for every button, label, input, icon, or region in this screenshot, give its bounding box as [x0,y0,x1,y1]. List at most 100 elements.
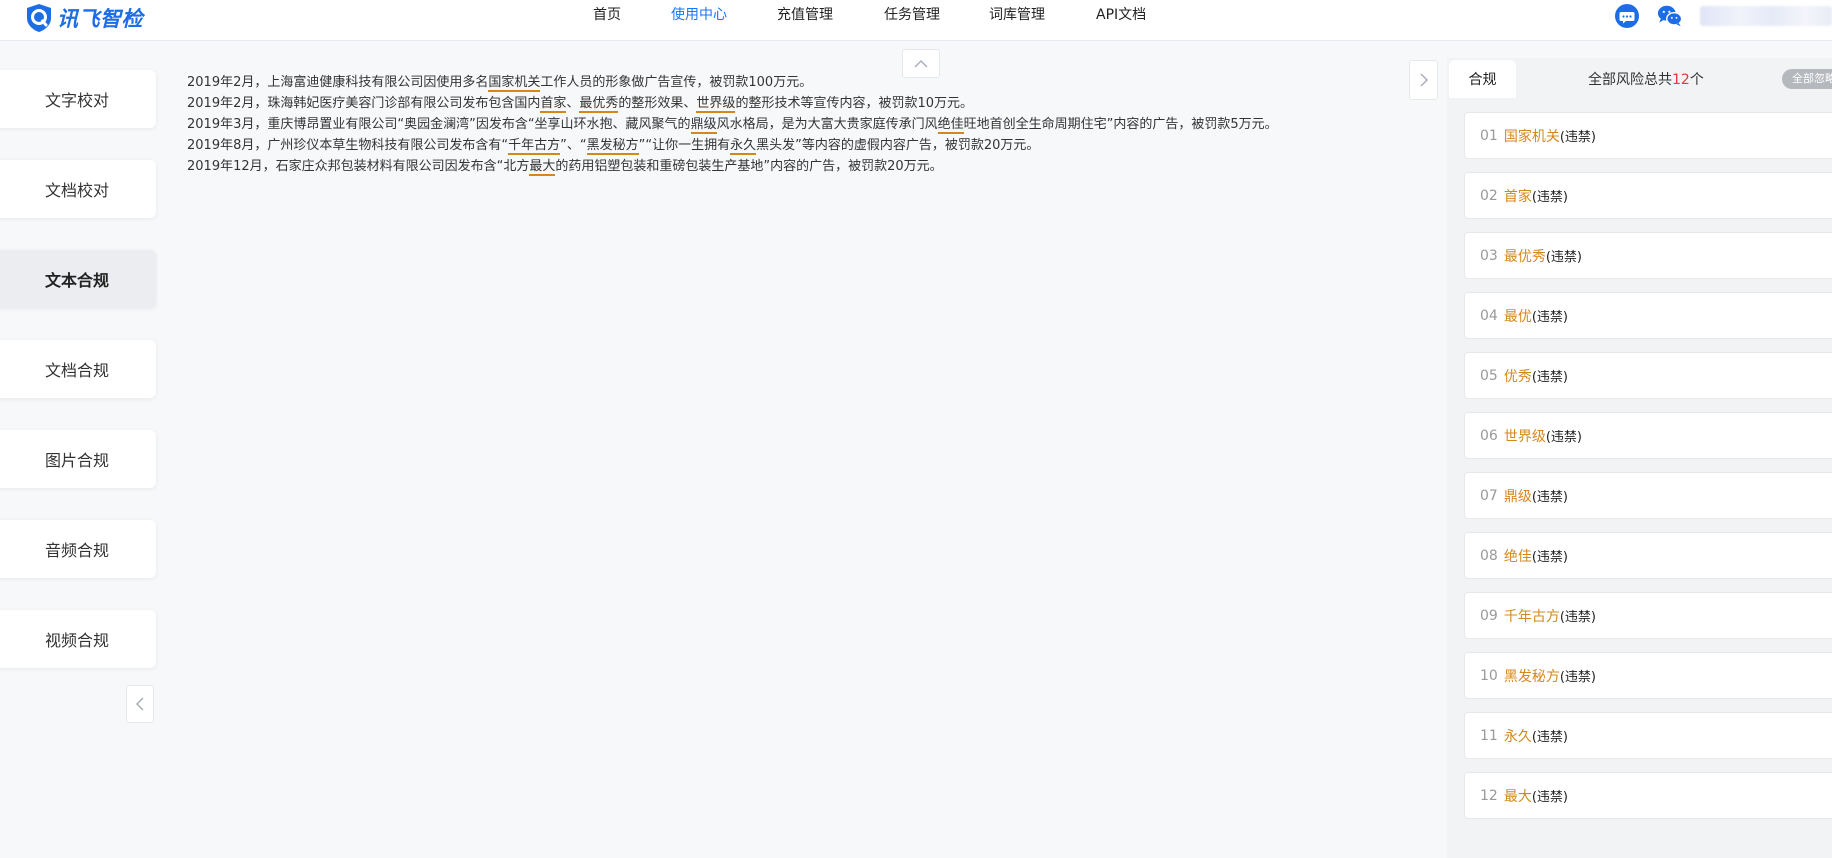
sidebar-item-image-compliance[interactable]: 图片合规 [0,430,156,488]
risk-item-number: 10 [1480,667,1498,684]
risk-keyword-highlight[interactable]: 千年古方 [508,138,561,155]
risk-item-word: 永久 [1503,728,1532,745]
sidebar-item-audio-compliance[interactable]: 音频合规 [0,520,156,578]
collapse-sidebar-button[interactable] [126,685,154,723]
risk-item-word: 国家机关 [1503,128,1560,145]
risk-keyword-highlight[interactable]: 最优秀 [579,96,619,113]
content-line: 2019年2月，珠海韩妃医疗美容门诊部有限公司发布包含国内首家、最优秀的整形效果… [187,93,1397,114]
risk-item-tag: (违禁) [1559,610,1596,625]
top-header: 讯飞智检 首页 使用中心 充值管理 任务管理 词库管理 API文档 [0,0,1832,41]
sidebar-item-doc-proofread[interactable]: 文档校对 [0,160,156,218]
risk-keyword-highlight[interactable]: 鼎级 [690,117,717,134]
risk-item-word: 最优 [1503,308,1532,325]
content-text-segment: 、 [566,96,580,111]
risk-keyword-highlight[interactable]: 世界级 [696,96,736,113]
risk-item-number: 01 [1480,127,1498,144]
content-text-segment: 2019年3月，重庆博昂置业有限公司“奥园金澜湾”因发布含“坐享山环水抱、藏风聚… [187,117,691,132]
expand-panel-button[interactable] [1409,60,1438,100]
nav-recharge[interactable]: 充值管理 [777,0,833,30]
content-text-segment: 工作人员的形象做广告宣传，被罚款100万元。 [540,75,813,90]
content-text-segment: ”“让你一生拥有 [638,138,731,153]
risk-item[interactable]: 08 绝佳 (违禁) [1464,532,1832,579]
ignore-all-button[interactable]: 全部忽略 [1782,69,1832,89]
sidebar-item-text-proofread[interactable]: 文字校对 [0,70,156,128]
risk-summary: 全部风险总共12个 [1588,69,1704,89]
risk-keyword-highlight[interactable]: 首家 [540,96,567,113]
nav-home[interactable]: 首页 [593,0,621,30]
risk-keyword-highlight[interactable]: 永久 [730,138,757,155]
risk-item-tag: (违禁) [1559,130,1596,145]
risk-count: 12 [1672,72,1690,88]
risk-item-number: 03 [1480,247,1498,264]
compliance-text-content[interactable]: 2019年2月，上海富迪健康科技有限公司因使用多名国家机关工作人员的形象做广告宣… [187,72,1397,177]
risk-item-word: 鼎级 [1503,488,1532,505]
nav-tasks[interactable]: 任务管理 [884,0,940,30]
risk-item[interactable]: 05 优秀 (违禁) [1464,352,1832,399]
risk-item-number: 08 [1480,547,1498,564]
risk-item[interactable]: 09 千年古方 (违禁) [1464,592,1832,639]
user-avatar-blurred[interactable] [1700,6,1832,26]
risk-item[interactable]: 11 永久 (违禁) [1464,712,1832,759]
risk-keyword-highlight[interactable]: 国家机关 [488,75,541,92]
content-text-segment: 2019年8月，广州珍仪本草生物科技有限公司发布含有“ [187,138,509,153]
risk-keyword-highlight[interactable]: 绝佳 [937,117,964,134]
risk-item-number: 09 [1480,607,1498,624]
risk-item-tag: (违禁) [1531,550,1568,565]
content-text-segment: 2019年2月，上海富迪健康科技有限公司因使用多名 [187,75,489,90]
content-line: 2019年2月，上海富迪健康科技有限公司因使用多名国家机关工作人员的形象做广告宣… [187,72,1397,93]
shield-logo-icon [27,4,51,32]
risk-item[interactable]: 04 最优 (违禁) [1464,292,1832,339]
risk-item-word: 绝佳 [1503,548,1532,565]
nav-usage-center[interactable]: 使用中心 [671,0,727,30]
risk-item-number: 05 [1480,367,1498,384]
risk-item-tag: (违禁) [1545,430,1582,445]
risk-item[interactable]: 01 国家机关 (违禁) [1464,112,1832,159]
nav-api-docs[interactable]: API文档 [1096,0,1146,30]
risk-item-number: 02 [1480,187,1498,204]
risk-item-number: 06 [1480,427,1498,444]
chat-bubble-icon[interactable] [1614,3,1640,29]
risk-item-word: 千年古方 [1503,608,1560,625]
content-text-segment: 风水格局，是为大富大贵家庭传承门风 [716,117,938,132]
risk-item[interactable]: 10 黑发秘方 (违禁) [1464,652,1832,699]
risk-item-number: 07 [1480,487,1498,504]
content-line: 2019年12月，石家庄众邦包装材料有限公司因发布含“北方最大的药用铝塑包装和重… [187,156,1397,177]
sidebar-item-doc-compliance[interactable]: 文档合规 [0,340,156,398]
chevron-left-icon [135,697,144,711]
risk-summary-suffix: 个 [1689,72,1704,88]
chevron-right-icon [1419,73,1428,87]
chevron-up-icon [914,59,928,68]
risk-item-word: 世界级 [1503,428,1546,445]
risk-item-word: 最优秀 [1503,248,1546,265]
risk-item-word: 优秀 [1503,368,1532,385]
content-text-segment: 的整形效果、 [618,96,697,111]
risk-item[interactable]: 03 最优秀 (违禁) [1464,232,1832,279]
risk-item-tag: (违禁) [1545,250,1582,265]
content-text-segment: 黑头发”等内容的虚假内容广告，被罚款20万元。 [756,138,1040,153]
risk-item[interactable]: 02 首家 (违禁) [1464,172,1832,219]
nav-lexicon[interactable]: 词库管理 [989,0,1045,30]
content-line: 2019年8月，广州珍仪本草生物科技有限公司发布含有“千年古方”、“黑发秘方”“… [187,135,1397,156]
content-text-segment: 2019年2月，珠海韩妃医疗美容门诊部有限公司发布包含国内 [187,96,541,111]
risk-keyword-highlight[interactable]: 黑发秘方 [586,138,639,155]
risk-item-tag: (违禁) [1531,370,1568,385]
risk-item-word: 首家 [1503,188,1532,205]
risk-keyword-highlight[interactable]: 最大 [529,159,556,176]
content-text-segment: 的药用铝塑包装和重磅包装生产基地”内容的广告，被罚款20万元。 [555,159,943,174]
logo[interactable]: 讯飞智检 [24,3,143,33]
sidebar-item-text-compliance[interactable]: 文本合规 [0,250,156,308]
risk-item-tag: (违禁) [1531,790,1568,805]
risk-item[interactable]: 06 世界级 (违禁) [1464,412,1832,459]
risk-item-number: 04 [1480,307,1498,324]
wechat-icon[interactable] [1657,3,1683,29]
sidebar-item-video-compliance[interactable]: 视频合规 [0,610,156,668]
risk-item[interactable]: 07 鼎级 (违禁) [1464,472,1832,519]
risk-item[interactable]: 12 最大 (违禁) [1464,772,1832,819]
risk-item-number: 12 [1480,787,1498,804]
tab-compliance[interactable]: 合规 [1449,60,1516,98]
content-line: 2019年3月，重庆博昂置业有限公司“奥园金澜湾”因发布含“坐享山环水抱、藏风聚… [187,114,1397,135]
risk-summary-prefix: 全部风险总共 [1588,72,1672,88]
risk-item-tag: (违禁) [1531,490,1568,505]
logo-text: 讯飞智检 [57,7,143,31]
content-text-segment: 旺地首创全生命周期住宅”内容的广告，被罚款5万元。 [963,117,1278,132]
